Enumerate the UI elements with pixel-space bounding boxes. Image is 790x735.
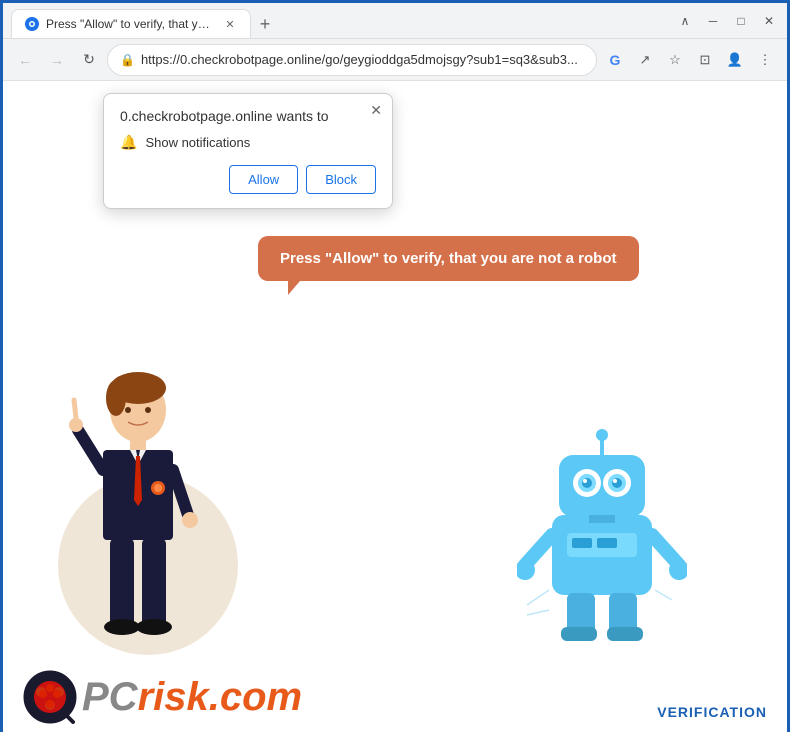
- bookmark-icon[interactable]: ☆: [661, 46, 689, 74]
- window-controls: ∧ ─ □ ✕: [675, 11, 779, 31]
- tab-icon[interactable]: ⊡: [691, 46, 719, 74]
- forward-button[interactable]: →: [43, 46, 71, 74]
- tab-close-button[interactable]: ✕: [222, 16, 238, 32]
- person-figure: [58, 370, 218, 660]
- bell-icon: 🔔: [120, 134, 137, 151]
- allow-button[interactable]: Allow: [229, 165, 298, 194]
- reload-button[interactable]: ↻: [75, 46, 103, 74]
- popup-close-button[interactable]: ✕: [370, 102, 382, 119]
- robot-figure: [517, 425, 687, 645]
- pcrisk-text: PCrisk.com: [82, 675, 302, 720]
- profile-icon[interactable]: 👤: [721, 46, 749, 74]
- address-text: https://0.checkrobotpage.online/go/geygi…: [141, 52, 584, 67]
- popup-title: 0.checkrobotpage.online wants to: [120, 108, 376, 124]
- notification-popup: ✕ 0.checkrobotpage.online wants to 🔔 Sho…: [103, 93, 393, 209]
- new-tab-button[interactable]: +: [251, 10, 279, 38]
- page-content: ✕ 0.checkrobotpage.online wants to 🔔 Sho…: [3, 81, 787, 735]
- pcrisk-brand: PCrisk.com: [23, 670, 302, 725]
- maximize-button[interactable]: □: [731, 11, 751, 31]
- address-bar[interactable]: 🔒 https://0.checkrobotpage.online/go/gey…: [107, 44, 597, 76]
- browser-toolbar: ← → ↻ 🔒 https://0.checkrobotpage.online/…: [3, 39, 787, 81]
- google-icon[interactable]: G: [601, 46, 629, 74]
- popup-buttons: Allow Block: [120, 165, 376, 194]
- block-button[interactable]: Block: [306, 165, 376, 194]
- close-window-button[interactable]: ✕: [759, 11, 779, 31]
- menu-icon[interactable]: ⋮: [751, 46, 779, 74]
- pcrisk-prefix: PC: [82, 675, 138, 719]
- browser-titlebar: Press "Allow" to verify, that you a... ✕…: [3, 3, 787, 39]
- tab-favicon: [24, 16, 40, 32]
- tab-area: Press "Allow" to verify, that you a... ✕…: [11, 3, 669, 38]
- pcrisk-logo-icon: [23, 670, 78, 725]
- popup-description: Show notifications: [145, 135, 250, 150]
- speech-bubble: Press "Allow" to verify, that you are no…: [258, 236, 639, 281]
- chevron-up-icon: ∧: [675, 11, 695, 31]
- minimize-button[interactable]: ─: [703, 11, 723, 31]
- tab-title: Press "Allow" to verify, that you a...: [46, 17, 216, 31]
- popup-row: 🔔 Show notifications: [120, 134, 376, 151]
- share-icon[interactable]: ↗: [631, 46, 659, 74]
- verification-badge: VERIFICATION: [657, 704, 767, 720]
- back-button[interactable]: ←: [11, 46, 39, 74]
- pcrisk-suffix: risk.com: [138, 675, 303, 719]
- lock-icon: 🔒: [120, 53, 135, 67]
- toolbar-actions: G ↗ ☆ ⊡ 👤 ⋮: [601, 46, 779, 74]
- active-tab[interactable]: Press "Allow" to verify, that you a... ✕: [11, 9, 251, 38]
